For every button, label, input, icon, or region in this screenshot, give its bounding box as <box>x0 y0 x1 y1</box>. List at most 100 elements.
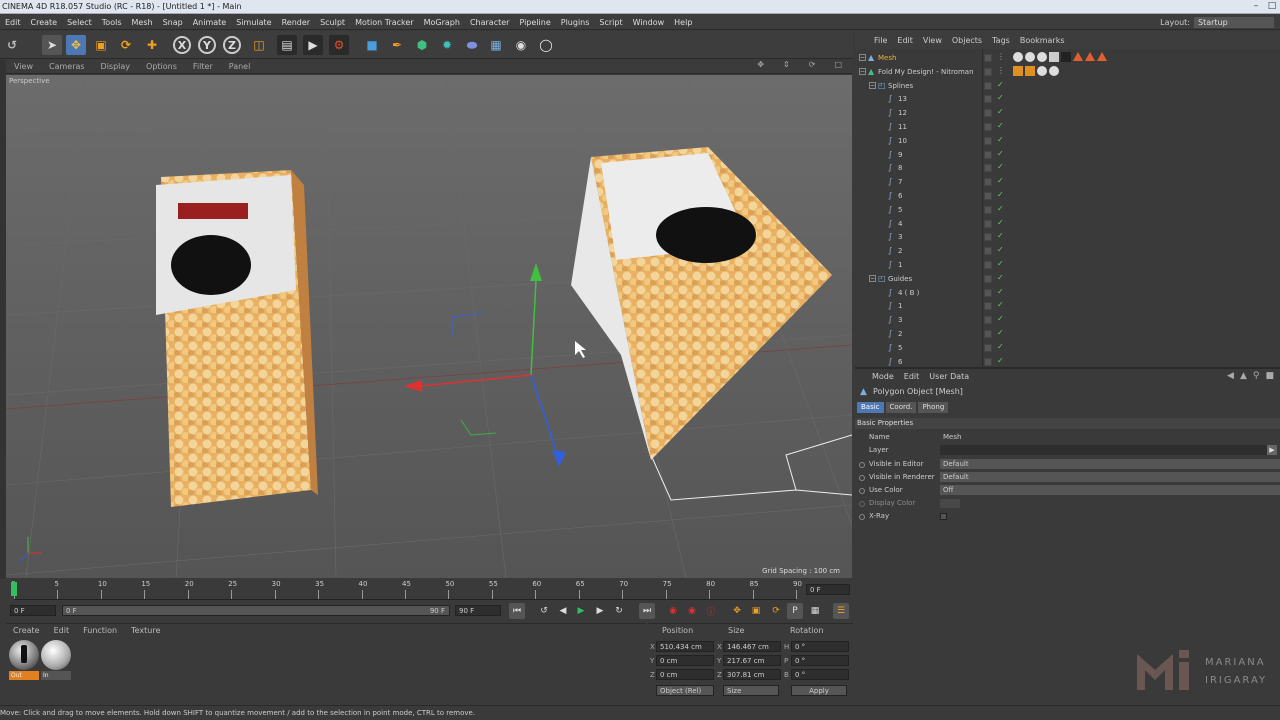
layer-dot-icon[interactable] <box>984 261 992 269</box>
position-y-field[interactable]: 0 cm <box>656 655 714 666</box>
enabled-check-icon[interactable]: ✓ <box>997 273 1004 282</box>
menu-mesh[interactable]: Mesh <box>127 15 158 30</box>
pla-key-icon[interactable]: ▦ <box>807 603 823 619</box>
autokey-icon[interactable]: ◉ <box>684 603 700 619</box>
object-name[interactable]: 4 <box>898 217 902 231</box>
menu-animate[interactable]: Animate <box>188 15 232 30</box>
object-row[interactable]: ∫ 7 ✓ <box>855 175 1280 189</box>
layer-dot-icon[interactable] <box>984 54 992 62</box>
expand-toggle-icon[interactable]: − <box>869 274 876 282</box>
go-to-end-icon[interactable]: ⏭ <box>639 603 655 619</box>
zoom-icon[interactable]: ⇕ <box>775 60 798 69</box>
animate-dot-icon[interactable] <box>859 488 865 494</box>
timeline-window-icon[interactable]: ☰ <box>833 603 849 619</box>
object-row[interactable]: − ◰ Splines ✓ <box>855 79 1280 93</box>
position-z-field[interactable]: 0 cm <box>656 669 714 680</box>
menu-motion-tracker[interactable]: Motion Tracker <box>350 15 419 30</box>
object-row[interactable]: ∫ 10 ✓ <box>855 134 1280 148</box>
object-row[interactable]: − ▲ Fold My Design! - Nitroman ⋮ <box>855 65 1280 79</box>
layer-dot-icon[interactable] <box>984 357 992 366</box>
object-row[interactable]: ∫ 5 ✓ <box>855 203 1280 217</box>
back-arrow-icon[interactable]: ◀ <box>1227 371 1234 381</box>
menu-script[interactable]: Script <box>594 15 627 30</box>
size-y-field[interactable]: 217.67 cm <box>723 655 781 666</box>
enabled-check-icon[interactable]: ✓ <box>997 135 1004 144</box>
object-name[interactable]: 7 <box>898 175 902 189</box>
menu-sculpt[interactable]: Sculpt <box>315 15 350 30</box>
object-row[interactable]: ∫ 4 ✓ <box>855 217 1280 231</box>
up-arrow-icon[interactable]: ▲ <box>1240 371 1247 381</box>
enabled-check-icon[interactable]: ✓ <box>997 300 1004 309</box>
object-name[interactable]: 1 <box>898 299 902 313</box>
scale-icon[interactable]: ▣ <box>91 35 111 55</box>
menu-pipeline[interactable]: Pipeline <box>514 15 555 30</box>
search-icon[interactable]: ⚲ <box>1253 371 1260 381</box>
render-picture-viewer-icon[interactable]: ▶ <box>303 35 323 55</box>
tab-phong[interactable]: Phong <box>918 402 949 413</box>
object-row[interactable]: ∫ 12 ✓ <box>855 106 1280 120</box>
display-color-swatch[interactable] <box>940 499 960 508</box>
size-z-field[interactable]: 307.81 cm <box>723 669 781 680</box>
frame-range-slider[interactable]: 0 F 90 F <box>62 605 450 616</box>
enabled-check-icon[interactable]: ✓ <box>997 107 1004 116</box>
selection-tag-icon[interactable] <box>1073 52 1083 61</box>
enabled-check-icon[interactable]: ✓ <box>997 245 1004 254</box>
visible-in-renderer-select[interactable]: Default <box>940 472 1280 482</box>
object-row[interactable]: ∫ 2 ✓ <box>855 244 1280 258</box>
enabled-check-icon[interactable]: ✓ <box>997 231 1004 240</box>
next-key-icon[interactable]: ↻ <box>611 603 627 619</box>
enabled-check-icon[interactable]: ✓ <box>997 218 1004 227</box>
x-axis-icon[interactable]: X <box>173 36 191 54</box>
toggle-view-icon[interactable]: □ <box>826 60 850 69</box>
object-name[interactable]: 4 ( B ) <box>898 286 919 300</box>
rotation-p-field[interactable]: 0 ° <box>791 655 849 666</box>
rotation-h-field[interactable]: 0 ° <box>791 641 849 652</box>
object-name[interactable]: 12 <box>898 106 907 120</box>
material-tag-icon[interactable] <box>1025 52 1035 62</box>
viewport-menu-view[interactable]: View <box>6 62 41 71</box>
enabled-check-icon[interactable]: ✓ <box>997 342 1004 351</box>
object-row[interactable]: ∫ 2 ✓ <box>855 327 1280 341</box>
selection-tag-icon[interactable] <box>1097 52 1107 61</box>
object-row[interactable]: − ◰ Guides ✓ <box>855 272 1280 286</box>
object-name[interactable]: Fold My Design! - Nitroman <box>878 65 974 79</box>
select-icon[interactable]: ➤ <box>42 35 62 55</box>
start-frame-field[interactable]: 0 F <box>10 605 56 616</box>
tab-basic[interactable]: Basic <box>857 402 884 413</box>
object-name[interactable]: 2 <box>898 327 902 341</box>
tab-coord[interactable]: Coord. <box>885 402 917 413</box>
material-out-label[interactable]: Out <box>9 671 39 680</box>
viewport-menu-display[interactable]: Display <box>93 62 139 71</box>
material-tag-icon[interactable] <box>1037 66 1047 76</box>
add-icon[interactable]: ✚ <box>142 35 162 55</box>
material-menu-texture[interactable]: Texture <box>124 626 167 635</box>
material-tag-icon[interactable] <box>1037 52 1047 62</box>
layer-dot-icon[interactable] <box>984 109 992 118</box>
layer-dot-icon[interactable] <box>984 136 992 145</box>
viewport-menu-filter[interactable]: Filter <box>185 62 221 71</box>
move-icon[interactable]: ✥ <box>66 35 86 55</box>
object-row[interactable]: ∫ 6 ✓ <box>855 189 1280 203</box>
object-row[interactable]: ∫ 9 ✓ <box>855 148 1280 162</box>
layer-dot-icon[interactable] <box>984 150 992 159</box>
name-field[interactable]: Mesh <box>940 432 1280 442</box>
menu-plugins[interactable]: Plugins <box>556 15 595 30</box>
object-name[interactable]: Mesh <box>878 51 896 65</box>
objects-menu-tags[interactable]: Tags <box>987 36 1015 45</box>
layer-dot-icon[interactable] <box>984 288 992 297</box>
object-name[interactable]: 8 <box>898 161 902 175</box>
pen-icon[interactable]: ✒ <box>387 35 407 55</box>
subdivision-icon[interactable]: ⬢ <box>412 35 432 55</box>
enabled-check-icon[interactable]: ✓ <box>997 314 1004 323</box>
layer-dot-icon[interactable] <box>984 123 992 131</box>
attr-menu-edit[interactable]: Edit <box>899 372 925 381</box>
end-frame-field[interactable]: 90 F <box>455 605 501 616</box>
selection-tag-icon[interactable] <box>1085 52 1095 61</box>
visible-in-editor-select[interactable]: Default <box>940 459 1280 469</box>
lock-icon[interactable]: ■ <box>1265 371 1274 381</box>
animate-dot-icon[interactable] <box>859 475 865 481</box>
enabled-check-icon[interactable]: ✓ <box>997 93 1004 102</box>
enabled-check-icon[interactable]: ✓ <box>997 356 1004 365</box>
cloner-icon[interactable]: ✹ <box>437 35 457 55</box>
material-menu-create[interactable]: Create <box>6 626 47 635</box>
